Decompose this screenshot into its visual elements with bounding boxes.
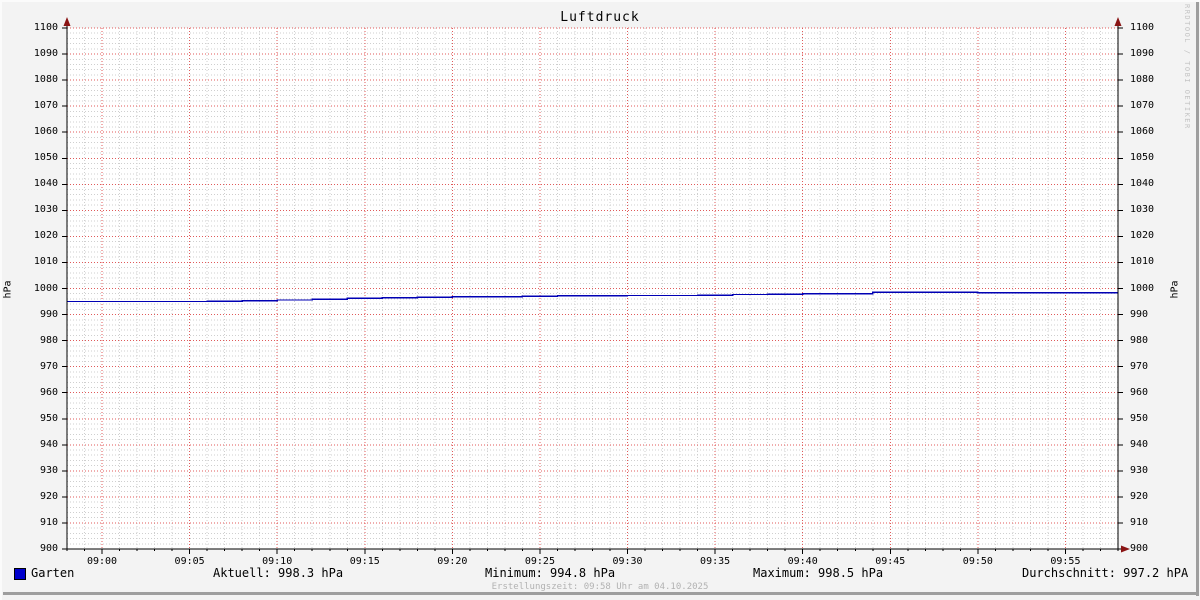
y-tick-label-right: 1080 (1130, 74, 1155, 86)
plot-svg (62, 17, 1130, 554)
y-tick-label-right: 1070 (1130, 100, 1155, 112)
stat-maximum: Maximum: 998.5 hPa (753, 566, 884, 580)
creation-time-note: Erstellungszeit: 09:58 Uhr am 04.10.2025 (491, 582, 709, 592)
rrdtool-watermark: RRDTOOL / TOBI OETIKER (1183, 4, 1191, 130)
y-tick-label-left: 990 (39, 308, 58, 320)
y-tick-label-right: 1060 (1130, 126, 1155, 138)
y-axis-unit-left: hPa (2, 280, 14, 299)
series-name-label: Garten (31, 566, 75, 580)
y-tick-label-left: 1040 (33, 178, 58, 190)
y-tick-label-right: 960 (1130, 386, 1149, 398)
rrdtool-graph: Luftdruck 1100 1090 1080 1070 1060 1050 1040 10… (0, 0, 1200, 600)
series-color-swatch (14, 568, 26, 580)
y-tick-label-left: 930 (39, 464, 58, 476)
y-tick-label-right: 980 (1130, 334, 1149, 346)
y-tick-label-left: 1090 (33, 48, 58, 60)
y-tick-label-left: 1030 (33, 204, 58, 216)
y-tick-label-left: 1010 (33, 256, 58, 268)
y-tick-label-left: 910 (39, 516, 58, 528)
legend-row: Garten Aktuell: 998.3 hPa Minimum: 994.8… (0, 566, 1200, 580)
y-tick-label-left: 1070 (33, 100, 58, 112)
stat-average: Durchschnitt: 997.2 hPA (1022, 566, 1189, 580)
y-tick-label-right: 1030 (1130, 204, 1155, 216)
y-tick-label-right: 1020 (1130, 230, 1155, 242)
y-tick-label-right: 950 (1130, 412, 1149, 424)
y-tick-label-left: 920 (39, 490, 58, 502)
stat-minimum: Minimum: 994.8 hPa (485, 566, 616, 580)
y-tick-label-left: 960 (39, 386, 58, 398)
y-axis-unit-right: hPa (1169, 280, 1181, 299)
y-tick-label-right: 1040 (1130, 178, 1155, 190)
y-tick-label-left: 950 (39, 412, 58, 424)
bevel-right (1196, 2, 1199, 596)
y-tick-label-right: 1090 (1130, 48, 1155, 60)
y-tick-label-right: 1000 (1130, 282, 1155, 294)
y-tick-label-left: 1100 (33, 22, 58, 33)
y-tick-label-left: 940 (39, 438, 58, 450)
y-tick-label-right: 1050 (1130, 152, 1155, 164)
y-tick-label-left: 980 (39, 334, 58, 346)
y-tick-label-left: 900 (39, 543, 58, 554)
y-tick-label-right: 940 (1130, 438, 1149, 450)
y-tick-label-right: 1010 (1130, 256, 1155, 268)
y-tick-label-left: 970 (39, 360, 58, 372)
y-tick-label-left: 1060 (33, 126, 58, 138)
y-tick-label-left: 1020 (33, 230, 58, 242)
y-tick-label-right: 900 (1130, 543, 1149, 554)
bevel-bottom (3, 592, 1196, 595)
y-tick-label-left: 1050 (33, 152, 58, 164)
y-tick-label-right: 1100 (1130, 22, 1155, 33)
y-tick-label-right: 990 (1130, 308, 1149, 320)
stat-current: Aktuell: 998.3 hPa (213, 566, 344, 580)
y-tick-label-right: 930 (1130, 464, 1149, 476)
y-tick-label-right: 910 (1130, 516, 1149, 528)
y-tick-label-right: 920 (1130, 490, 1149, 502)
y-tick-label-left: 1080 (33, 74, 58, 86)
y-tick-label-right: 970 (1130, 360, 1149, 372)
